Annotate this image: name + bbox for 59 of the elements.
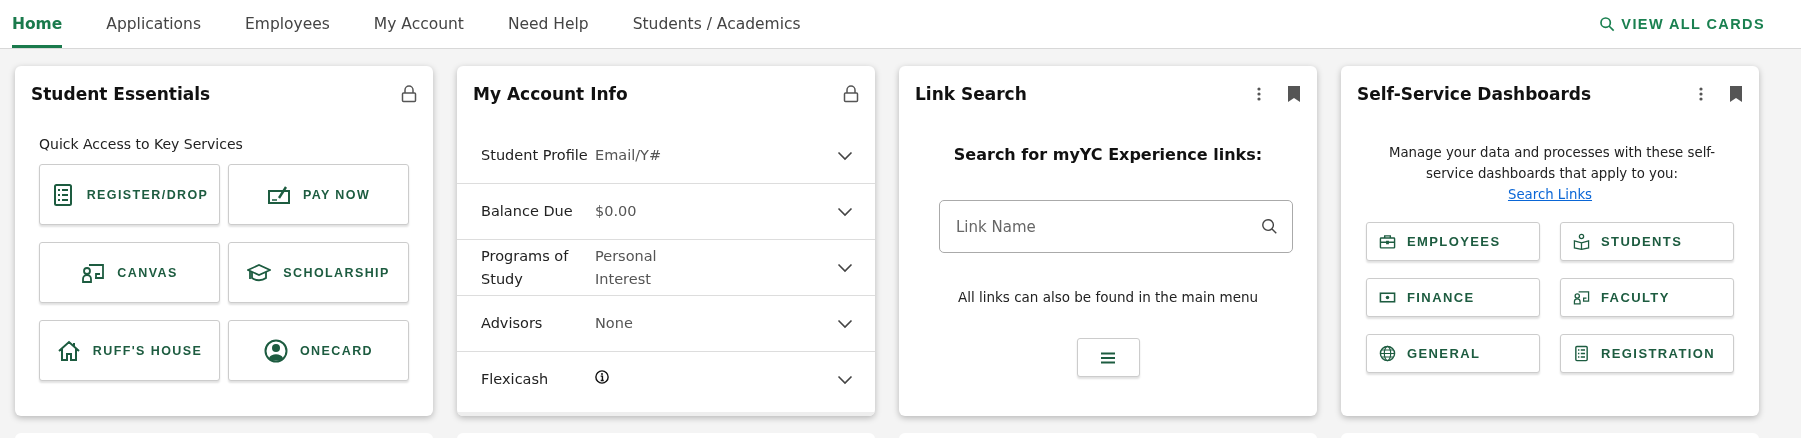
search-icon (1599, 16, 1616, 32)
dashboard-button[interactable]: GENERAL (1366, 334, 1540, 373)
description-text: Manage your data and processes with these self-service dashboards that apply to you: (1387, 144, 1717, 183)
service-button[interactable]: RUFF'S HOUSE (39, 320, 220, 381)
dashboard-button[interactable]: FACULTY (1560, 278, 1734, 317)
service-button[interactable]: SCHOLARSHIP (228, 242, 409, 303)
service-button[interactable]: REGISTER/DROP (39, 164, 220, 225)
dashboard-button[interactable]: EMPLOYEES (1366, 222, 1540, 261)
menu-icon (1101, 351, 1115, 364)
cash-icon (1379, 289, 1396, 306)
dashboard-button[interactable]: REGISTRATION (1560, 334, 1734, 373)
person-circle-icon (264, 338, 288, 363)
card-title: Student Essentials (31, 84, 212, 104)
more-options-icon[interactable] (1699, 86, 1703, 102)
help-text: All links can also be found in the main menu (956, 289, 1260, 305)
search-icon (1261, 218, 1278, 235)
field-label: Flexicash (481, 370, 550, 389)
nav-tab[interactable]: Home (12, 0, 63, 48)
field-value: Email/Y# (595, 146, 662, 165)
field-label: Balance Due (481, 202, 574, 221)
more-options-icon[interactable] (1257, 86, 1261, 102)
chevron-icon[interactable] (837, 262, 853, 273)
nav-tab[interactable]: My Account (373, 0, 464, 48)
bookmark-icon[interactable] (1729, 85, 1743, 103)
dashboard-button[interactable]: STUDENTS (1560, 222, 1734, 261)
search-links-link[interactable]: Search Links (1507, 187, 1593, 202)
list-icon (1573, 345, 1590, 362)
field-label: Advisors (481, 314, 544, 333)
nav-tab[interactable]: Need Help (507, 0, 589, 48)
card-title: Link Search (915, 84, 1028, 104)
chevron-icon[interactable] (837, 318, 853, 329)
service-button[interactable]: ONECARD (228, 320, 409, 381)
nav-tab[interactable]: Students / Academics (632, 0, 801, 48)
chevron-icon[interactable] (837, 150, 853, 161)
field-value: Personal Interest (595, 246, 658, 289)
briefcase-icon (1379, 233, 1396, 250)
service-button[interactable]: CANVAS (39, 242, 220, 303)
info-icon[interactable] (595, 369, 609, 384)
nav-tab[interactable]: Applications (106, 0, 201, 48)
card-title: Self-Service Dashboards (1357, 84, 1593, 104)
bookmark-icon[interactable] (1287, 85, 1301, 103)
field-value: $0.00 (595, 202, 637, 221)
chevron-icon[interactable] (837, 206, 853, 217)
teacher-board-icon (1573, 289, 1590, 306)
person-with-book-icon (1573, 233, 1590, 250)
field-label: Programs of Study (481, 246, 570, 289)
menu-button[interactable] (1076, 338, 1140, 377)
chevron-icon[interactable] (837, 374, 853, 385)
nav-tab[interactable]: Employees (245, 0, 330, 48)
service-button[interactable]: PAY NOW (228, 164, 409, 225)
section-subtitle: Quick Access to Key Services (39, 136, 244, 152)
globe-icon (1379, 345, 1396, 362)
search-heading: Search for myYC Experience links: (952, 145, 1264, 164)
house-icon (56, 338, 81, 363)
card-title: My Account Info (473, 84, 629, 104)
search-field[interactable]: Link Name (939, 200, 1293, 253)
field-value: None (595, 314, 633, 333)
field-label: Student Profile (481, 146, 589, 165)
dashboard-button[interactable]: FINANCE (1366, 278, 1540, 317)
